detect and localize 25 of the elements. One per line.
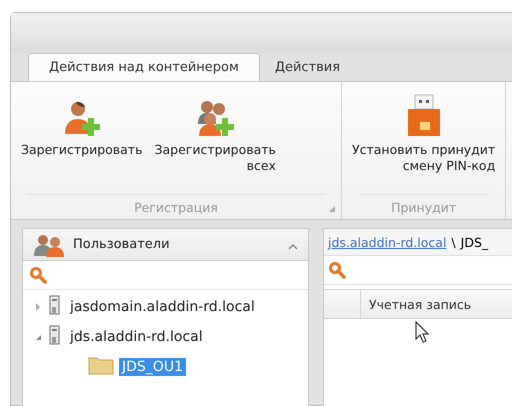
folder-icon bbox=[88, 355, 114, 375]
group-label: Принудит bbox=[391, 200, 456, 214]
group-label: Регистрация bbox=[134, 200, 218, 214]
collapsed-arrow-icon[interactable] bbox=[35, 303, 41, 311]
ribbon-button[interactable]: Установить принудит смену PIN-код bbox=[348, 90, 500, 176]
ribbon-button[interactable]: Зарегистрировать всех bbox=[150, 90, 280, 176]
search-icon bbox=[328, 261, 346, 279]
ribbon-tab[interactable]: Действия над контейнером bbox=[28, 53, 260, 81]
search-field[interactable] bbox=[324, 255, 512, 285]
dialog-launcher-icon[interactable] bbox=[329, 206, 335, 212]
breadcrumb-item: JDS_ bbox=[460, 234, 488, 250]
panel-title: Пользователи bbox=[73, 237, 171, 252]
expanded-arrow-icon[interactable] bbox=[34, 334, 42, 340]
server-icon bbox=[48, 295, 62, 315]
search-icon bbox=[29, 266, 47, 284]
ribbon-button[interactable]: Зарегистрировать bbox=[17, 90, 146, 160]
users-icon bbox=[33, 232, 67, 256]
breadcrumb-link[interactable]: jds.aladdin-rd.local bbox=[328, 234, 446, 250]
mouse-pointer-icon bbox=[415, 321, 429, 343]
tree-item[interactable]: jds.aladdin-rd.local bbox=[67, 328, 206, 346]
server-icon bbox=[48, 325, 62, 345]
chevron-up-icon[interactable] bbox=[288, 244, 298, 250]
tree-item[interactable]: jasdomain.aladdin-rd.local bbox=[67, 298, 258, 316]
ribbon-tab[interactable]: Действия bbox=[260, 53, 356, 81]
breadcrumb-separator: \ bbox=[451, 234, 456, 250]
